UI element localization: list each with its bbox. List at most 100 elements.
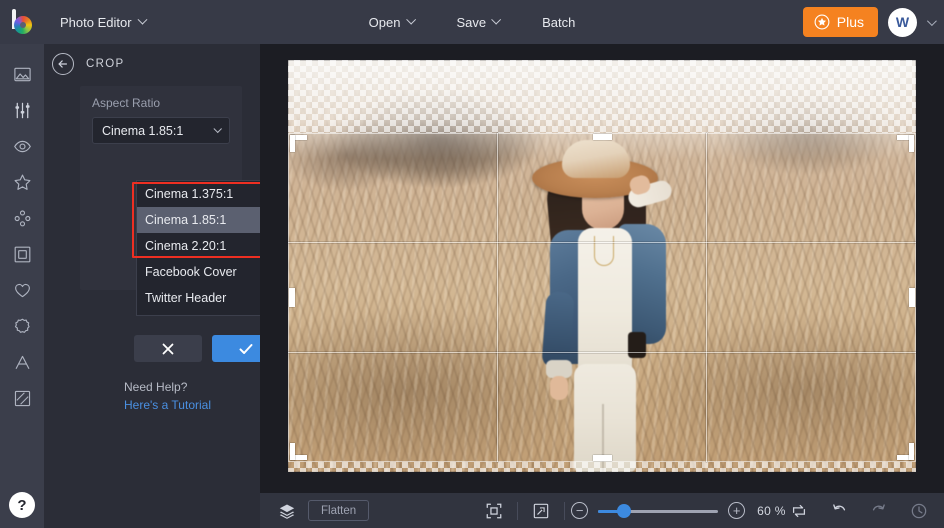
crop-handle-bottom-center[interactable]	[593, 455, 612, 461]
fit-to-screen-button[interactable]	[477, 493, 511, 528]
chevron-down-icon	[492, 14, 502, 24]
sidebar-item-graphics[interactable]	[0, 272, 44, 308]
compare-button[interactable]	[782, 493, 816, 528]
sidebar-item-text[interactable]	[0, 344, 44, 380]
text-icon	[13, 353, 32, 372]
sidebar-item-textures[interactable]	[0, 380, 44, 416]
sidebar-item-image[interactable]	[0, 56, 44, 92]
heart-icon	[13, 281, 32, 300]
bottom-right-actions	[782, 493, 936, 528]
fit-to-screen-icon	[485, 502, 503, 520]
layers-icon	[278, 502, 296, 520]
crop-grid-line-h1	[288, 242, 916, 243]
badge-icon	[13, 317, 32, 336]
undo-icon	[830, 502, 848, 520]
help-block: Need Help? Here's a Tutorial	[124, 380, 211, 412]
plus-button-label: Plus	[837, 14, 864, 30]
crop-handle-top-center[interactable]	[593, 134, 612, 140]
zoom-slider-knob[interactable]	[617, 504, 631, 518]
zoom-in-label: +	[733, 504, 741, 517]
chevron-down-icon	[213, 124, 221, 132]
aspect-ratio-label: Aspect Ratio	[80, 96, 242, 117]
crop-grid-line-v2	[706, 133, 707, 462]
texture-icon	[13, 389, 32, 408]
flatten-button-label: Flatten	[321, 505, 356, 517]
logo-container	[0, 0, 46, 44]
aspect-ratio-select[interactable]: Cinema 1.85:1	[92, 117, 230, 144]
photo-editor-app: Photo Editor Open Save Batch Plu	[0, 0, 944, 528]
divider	[517, 502, 518, 520]
frame-icon	[13, 245, 32, 264]
sidebar-item-effects[interactable]	[0, 128, 44, 164]
crop-handle-bottom-right-v[interactable]	[909, 443, 914, 460]
dropdown-option-label: Cinema 1.375:1	[145, 187, 233, 201]
app-menu-button[interactable]: Photo Editor	[50, 9, 156, 35]
layers-button[interactable]	[270, 493, 304, 528]
dropdown-option-label: Cinema 2.20:1	[145, 239, 226, 253]
help-button[interactable]: ?	[9, 492, 35, 518]
flatten-button[interactable]: Flatten	[308, 500, 369, 521]
batch-button-label: Batch	[542, 15, 575, 30]
star-badge-icon	[814, 14, 830, 30]
zoom-out-label: −	[576, 504, 584, 517]
open-button[interactable]: Open	[355, 9, 429, 36]
top-bar: Photo Editor Open Save Batch Plu	[0, 0, 944, 44]
expand-button[interactable]	[524, 493, 558, 528]
chevron-down-icon	[137, 14, 147, 24]
save-button-label: Save	[456, 15, 486, 30]
undo-button[interactable]	[822, 493, 856, 528]
compare-icon	[790, 502, 808, 520]
dropdown-option-label: Twitter Header	[145, 291, 226, 305]
redo-button[interactable]	[862, 493, 896, 528]
batch-button[interactable]: Batch	[528, 9, 589, 36]
image-icon	[13, 65, 32, 84]
need-help-text: Need Help?	[124, 380, 211, 394]
avatar[interactable]: W	[888, 8, 917, 37]
crop-action-buttons	[134, 335, 280, 362]
panel-header: CROP	[44, 44, 260, 84]
zoom-in-button[interactable]: +	[728, 502, 745, 519]
crop-handle-top-right-v[interactable]	[909, 135, 914, 152]
crop-tool-panel: CROP Aspect Ratio Cinema 1.85:1 Cinema 1…	[44, 44, 260, 528]
crop-grid-line-h2	[288, 352, 916, 353]
crop-handle-right-middle[interactable]	[909, 288, 915, 307]
plus-upgrade-button[interactable]: Plus	[803, 7, 878, 37]
zoom-out-button[interactable]: −	[571, 502, 588, 519]
page-title: CROP	[86, 58, 124, 70]
sidebar-item-adjust[interactable]	[0, 92, 44, 128]
bottom-toolbar: Flatten −	[260, 493, 944, 528]
chevron-down-icon	[406, 14, 416, 24]
crop-handle-bottom-left-v[interactable]	[290, 443, 295, 460]
sidebar-item-frames[interactable]	[0, 236, 44, 272]
redo-icon	[870, 502, 888, 520]
history-clock-icon	[910, 502, 928, 520]
canvas-area[interactable]	[260, 44, 944, 493]
tutorial-link[interactable]: Here's a Tutorial	[124, 398, 211, 412]
app-menu-label: Photo Editor	[60, 15, 132, 30]
eye-icon	[13, 137, 32, 156]
zoom-slider[interactable]	[598, 504, 718, 518]
topbar-right-actions: Plus W	[803, 7, 934, 37]
topbar-center-actions: Open Save Batch	[355, 9, 590, 36]
crop-grid-line-v1	[497, 133, 498, 462]
sidebar-item-artsy[interactable]	[0, 164, 44, 200]
cancel-button[interactable]	[134, 335, 202, 362]
crop-handle-top-left-v[interactable]	[290, 135, 295, 152]
open-button-label: Open	[369, 15, 401, 30]
star-icon	[13, 173, 32, 192]
befunky-logo	[10, 9, 36, 35]
back-button[interactable]	[52, 53, 74, 75]
dropdown-option-label: Cinema 1.85:1	[145, 213, 226, 227]
account-chevron-down-icon[interactable]	[927, 16, 937, 26]
sidebar-item-touchup[interactable]	[0, 308, 44, 344]
crop-selection[interactable]	[288, 133, 916, 462]
crop-handle-left-middle[interactable]	[289, 288, 295, 307]
dropdown-option-label: Facebook Cover	[145, 265, 237, 279]
sidebar-item-overlays[interactable]	[0, 200, 44, 236]
help-button-label: ?	[17, 497, 26, 514]
photo-frame	[288, 60, 916, 472]
history-button[interactable]	[902, 493, 936, 528]
save-button[interactable]: Save	[442, 9, 514, 36]
avatar-initial: W	[896, 14, 909, 30]
check-icon	[237, 340, 255, 358]
